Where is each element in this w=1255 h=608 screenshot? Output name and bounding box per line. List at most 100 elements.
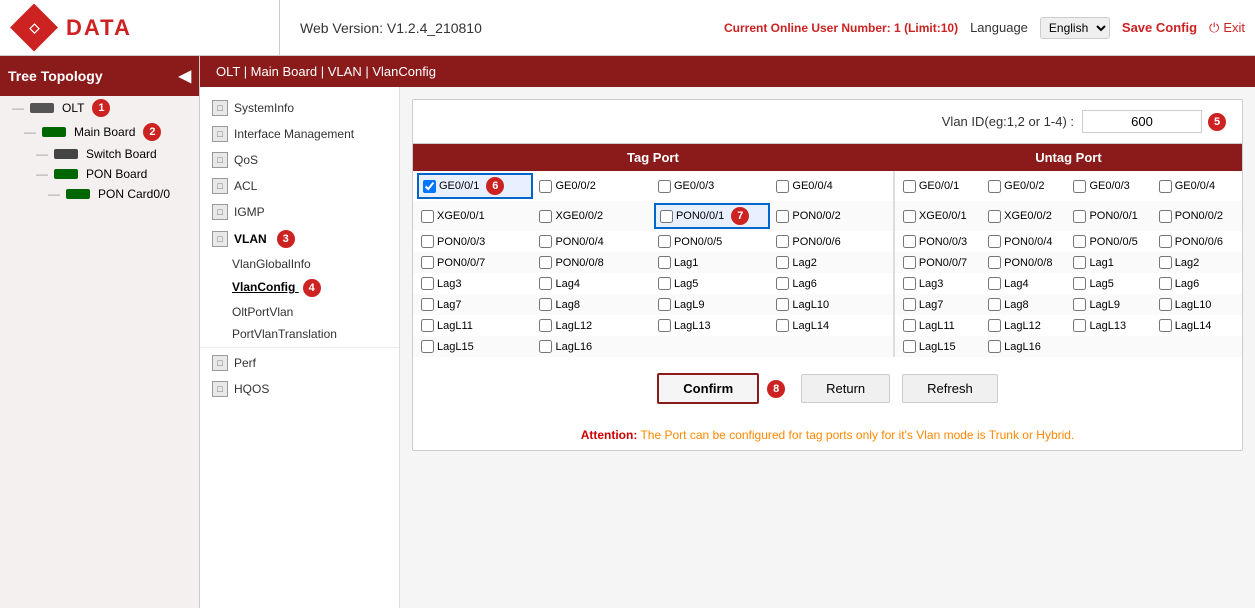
port-checkbox[interactable] xyxy=(539,340,552,353)
nav-sub-vlan-global[interactable]: VlanGlobalInfo xyxy=(200,253,399,275)
port-checkbox[interactable] xyxy=(903,277,916,290)
nav-item-qos[interactable]: □ QoS xyxy=(200,147,399,173)
port-checkbox[interactable] xyxy=(658,298,671,311)
port-checkbox[interactable] xyxy=(421,235,434,248)
port-checkbox[interactable] xyxy=(776,256,789,269)
confirm-button[interactable]: Confirm xyxy=(657,373,759,404)
port-checkbox[interactable] xyxy=(903,180,916,193)
port-checkbox[interactable] xyxy=(1159,180,1172,193)
refresh-button[interactable]: Refresh xyxy=(902,374,998,403)
port-checkbox[interactable] xyxy=(539,235,552,248)
port-checkbox[interactable] xyxy=(988,180,1001,193)
port-checkbox[interactable] xyxy=(658,180,671,193)
port-checkbox[interactable] xyxy=(539,256,552,269)
sidebar-item-olt[interactable]: — OLT 1 xyxy=(0,96,199,120)
nav-item-perf[interactable]: □ Perf xyxy=(200,350,399,376)
port-checkbox[interactable] xyxy=(658,319,671,332)
main-panel: Vlan ID(eg:1,2 or 1-4) : 5 Tag Port Unta… xyxy=(400,87,1255,608)
port-checkbox[interactable] xyxy=(1159,319,1172,332)
port-checkbox[interactable] xyxy=(658,277,671,290)
port-checkbox[interactable] xyxy=(988,277,1001,290)
port-checkbox[interactable] xyxy=(539,180,552,193)
port-checkbox[interactable] xyxy=(903,298,916,311)
sidebar-title: Tree Topology xyxy=(8,68,103,84)
port-checkbox[interactable] xyxy=(658,256,671,269)
port-checkbox[interactable] xyxy=(1159,298,1172,311)
sidebar-item-switch-board[interactable]: — Switch Board xyxy=(0,144,199,164)
port-checkbox[interactable] xyxy=(1073,210,1086,223)
port-checkbox[interactable] xyxy=(539,319,552,332)
port-checkbox[interactable] xyxy=(988,256,1001,269)
vlan-id-input[interactable] xyxy=(1082,110,1202,133)
port-checkbox[interactable] xyxy=(1159,256,1172,269)
port-checkbox[interactable] xyxy=(1159,277,1172,290)
port-checkbox[interactable] xyxy=(776,277,789,290)
port-checkbox[interactable] xyxy=(421,210,434,223)
nav-item-acl[interactable]: □ ACL xyxy=(200,173,399,199)
port-checkbox[interactable] xyxy=(660,210,673,223)
sidebar-label-switch-board: Switch Board xyxy=(86,147,157,161)
port-checkbox[interactable] xyxy=(539,210,552,223)
port-checkbox[interactable] xyxy=(539,298,552,311)
sidebar-item-main-board[interactable]: — Main Board 2 xyxy=(0,120,199,144)
port-checkbox[interactable] xyxy=(776,319,789,332)
port-checkbox[interactable] xyxy=(421,298,434,311)
port-checkbox[interactable] xyxy=(421,319,434,332)
port-checkbox[interactable] xyxy=(903,319,916,332)
port-checkbox[interactable] xyxy=(988,235,1001,248)
untag-port-cell: Lag7 xyxy=(899,296,982,313)
nav-item-vlan[interactable]: □ VLAN 3 xyxy=(200,225,399,253)
port-table: Tag Port Untag Port GE0/0/16GE0/0/2GE0/0… xyxy=(413,144,1242,357)
port-checkbox[interactable] xyxy=(658,235,671,248)
sidebar-header: Tree Topology ◀ xyxy=(0,56,199,96)
port-checkbox[interactable] xyxy=(1159,235,1172,248)
nav-sub-port-vlan-trans[interactable]: PortVlanTranslation xyxy=(200,323,399,345)
port-checkbox[interactable] xyxy=(421,277,434,290)
port-checkbox[interactable] xyxy=(776,210,789,223)
port-checkbox[interactable] xyxy=(903,256,916,269)
badge-2: 2 xyxy=(143,123,161,141)
nav-sub-olt-port-vlan[interactable]: OltPortVlan xyxy=(200,301,399,323)
port-checkbox[interactable] xyxy=(903,235,916,248)
sidebar-item-pon-card[interactable]: — PON Card0/0 xyxy=(0,184,199,204)
nav-item-interface[interactable]: □ Interface Management xyxy=(200,121,399,147)
nav-sub-vlan-config[interactable]: VlanConfig 4 xyxy=(200,275,399,301)
port-checkbox[interactable] xyxy=(1073,180,1086,193)
port-checkbox[interactable] xyxy=(903,340,916,353)
port-checkbox[interactable] xyxy=(903,210,916,223)
port-checkbox[interactable] xyxy=(988,210,1001,223)
save-config-link[interactable]: Save Config xyxy=(1122,20,1197,35)
nav-item-hqos[interactable]: □ HQOS xyxy=(200,376,399,402)
port-checkbox[interactable] xyxy=(421,340,434,353)
port-checkbox[interactable] xyxy=(1073,235,1086,248)
port-checkbox[interactable] xyxy=(423,180,436,193)
port-label: Lag7 xyxy=(437,299,461,311)
port-checkbox[interactable] xyxy=(539,277,552,290)
port-label: LagL10 xyxy=(1175,299,1212,311)
port-checkbox[interactable] xyxy=(1159,210,1172,223)
port-checkbox[interactable] xyxy=(1073,256,1086,269)
port-checkbox[interactable] xyxy=(776,235,789,248)
port-checkbox[interactable] xyxy=(988,340,1001,353)
language-select[interactable]: English 中文 xyxy=(1040,17,1110,39)
nav-item-sysinfo[interactable]: □ SystemInfo xyxy=(200,95,399,121)
port-checkbox[interactable] xyxy=(988,319,1001,332)
port-checkbox[interactable] xyxy=(1073,277,1086,290)
port-checkbox[interactable] xyxy=(1073,298,1086,311)
port-label: LagL10 xyxy=(792,299,829,311)
port-checkbox[interactable] xyxy=(1073,319,1086,332)
sidebar-collapse-icon[interactable]: ◀ xyxy=(179,66,191,86)
tag-port-cell: PON0/0/2 xyxy=(772,203,888,229)
port-checkbox[interactable] xyxy=(421,256,434,269)
tag-port-cell: PON0/0/4 xyxy=(535,233,651,250)
attention-row: Attention: The Port can be configured fo… xyxy=(413,420,1242,450)
port-checkbox[interactable] xyxy=(988,298,1001,311)
sidebar-item-pon-board[interactable]: — PON Board xyxy=(0,164,199,184)
return-button[interactable]: Return xyxy=(801,374,890,403)
nav-item-igmp[interactable]: □ IGMP xyxy=(200,199,399,225)
online-label: Current Online User Number: xyxy=(724,21,891,35)
tag-port-cell: PON0/0/6 xyxy=(772,233,888,250)
port-checkbox[interactable] xyxy=(776,298,789,311)
exit-button[interactable]: ⏻ Exit xyxy=(1209,20,1245,36)
port-checkbox[interactable] xyxy=(776,180,789,193)
